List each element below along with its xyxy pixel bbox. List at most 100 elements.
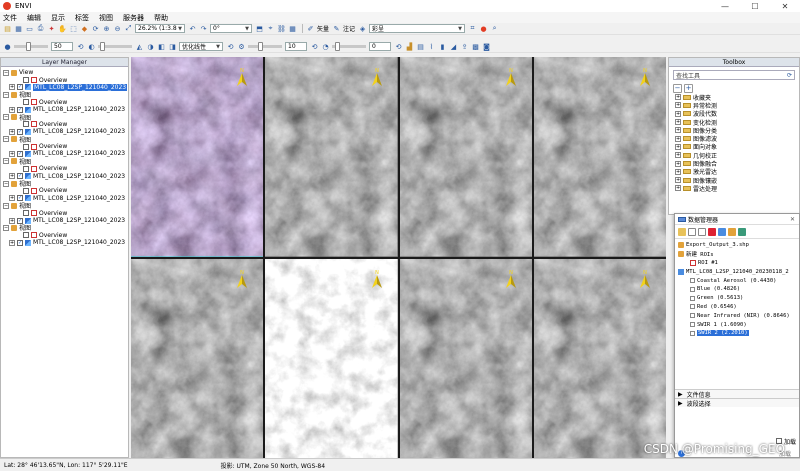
layer-visibility-checkbox[interactable] [23,99,29,106]
collapse-icon[interactable]: − [3,69,9,76]
grid-icon[interactable]: ▩ [471,42,480,51]
layer-overview-row[interactable]: Overview [3,232,128,239]
layer-view-row[interactable]: − 视图 [3,224,128,232]
crosshair-icon[interactable]: ⌖ [266,24,275,33]
menu-file[interactable]: 文件 [3,13,17,23]
menu-view[interactable]: 视图 [99,13,113,23]
toolbox-item[interactable]: + 异常检测 [669,101,799,110]
reset-icon[interactable]: ⟲ [394,42,403,51]
refresh-icon[interactable]: ⟳ [787,72,792,79]
sharpen-level-value[interactable]: 10 [285,42,307,51]
annotation-label[interactable]: 注记 [343,24,355,33]
toolbox-item[interactable]: + 面向对象 [669,143,799,151]
layout-icon[interactable]: ▭ [25,24,34,33]
data-item-row[interactable]: Export_Output_3.shp [675,241,799,250]
menu-display[interactable]: 显示 [51,13,65,23]
layer-view-row[interactable]: − View [3,69,128,76]
expand-icon[interactable]: + [675,110,681,117]
data-item-row[interactable]: 新建 ROIs [675,250,799,259]
maximize-button[interactable]: ☐ [740,0,770,12]
slider-knob[interactable] [26,42,31,51]
expand-icon[interactable]: + [675,127,681,134]
opacity-slider[interactable] [332,42,366,51]
collapse-icon[interactable]: − [3,202,9,209]
data-item-row[interactable]: ROI #1 [675,259,799,268]
expand-icon[interactable]: + [9,195,15,202]
contrast-slider[interactable] [98,42,132,51]
reset-icon[interactable]: ⟲ [76,42,85,51]
expand-icon[interactable]: + [675,152,681,159]
band-row[interactable]: SWIR 2 (2.2010) [675,329,799,338]
collapse-icon[interactable]: − [3,224,9,231]
expand-icon[interactable]: + [9,173,15,180]
measure-icon[interactable]: ⌗ [468,24,477,33]
zoom-in-icon[interactable]: ⊕ [102,24,111,33]
vector-icon[interactable]: ✐ [306,24,315,33]
collapse-icon[interactable]: − [3,114,9,121]
toolbox-item[interactable]: + 图像滤波 [669,134,799,143]
brightness-value[interactable]: 50 [51,42,73,51]
band-row[interactable]: Blue (0.4826) [675,285,799,294]
layer-visibility-checkbox[interactable] [23,187,29,194]
menu-label[interactable]: 标签 [75,13,89,23]
layer-visibility-checkbox[interactable] [23,77,29,84]
swipe-icon[interactable]: ◧ [157,42,166,51]
collapse-icon[interactable]: − [3,91,9,98]
band-row[interactable]: Green (0.5613) [675,294,799,303]
band-row[interactable]: Red (0.6546) [675,303,799,312]
annotation-icon[interactable]: ✎ [332,24,341,33]
camera-icon[interactable]: ◙ [482,42,491,51]
layer-view-row[interactable]: − 视图 [3,91,128,99]
vector-label[interactable]: 矢量 [317,24,329,33]
layer-raster-row[interactable]: + ✓ MTL_LC08_L2SP_121040_2023 [3,239,128,246]
expand-all-icon[interactable]: + [684,83,693,93]
rotate-icon[interactable]: ⟳ [91,24,100,33]
expand-icon[interactable]: + [675,160,681,167]
data-manager-icon[interactable]: ▦ [14,24,23,33]
table-icon[interactable]: ▦ [288,24,297,33]
bar-chart-icon[interactable]: ▮ [438,42,447,51]
link-icon[interactable] [738,227,746,236]
menu-server[interactable]: 服务器 [123,13,144,23]
expand-icon[interactable] [698,227,706,236]
rotate-right-icon[interactable]: ↷ [199,24,208,33]
export-icon[interactable]: ⇪ [460,42,469,51]
image-view-tile[interactable]: N [265,258,398,458]
toolbox-item[interactable]: + 图像分类 [669,126,799,135]
rotate-left-icon[interactable]: ↶ [188,24,197,33]
layer-visibility-checkbox[interactable] [23,121,29,128]
pyramid-icon[interactable]: ⬒ [255,24,264,33]
layer-visibility-checkbox[interactable] [23,143,29,150]
collapse-icon[interactable]: − [3,180,9,187]
reset-icon[interactable]: ⟲ [310,42,319,51]
layer-view-row[interactable]: − 视图 [3,180,128,188]
layer-view-row[interactable]: − 视图 [3,158,128,166]
toolbox-item[interactable]: + 波段代数 [669,110,799,118]
zoom-out-icon[interactable]: ⊖ [113,24,122,33]
opacity-value[interactable]: 0 [369,42,391,51]
expand-icon[interactable]: + [9,84,15,91]
toolbox-item[interactable]: + 激光雷达 [669,168,799,176]
collapse-all-icon[interactable]: − [673,83,682,93]
image-view-tile[interactable]: N [131,57,264,257]
expand-icon[interactable]: + [9,239,15,246]
layer-visibility-checkbox[interactable] [23,165,29,172]
refresh-icon[interactable]: ⟲ [226,42,235,51]
area-chart-icon[interactable]: ◢ [449,42,458,51]
expand-icon[interactable]: + [675,143,681,150]
toolbox-item[interactable]: + 图像融合 [669,159,799,168]
band-row[interactable]: SWIR 1 (1.6090) [675,320,799,329]
collapse-icon[interactable] [688,227,696,236]
open-file-icon[interactable]: ▤ [3,24,12,33]
toolbox-search-input[interactable]: 查找工具 ⟳ [673,70,795,80]
image-view-tile[interactable]: N [399,57,532,257]
flicker-icon[interactable]: ◨ [168,42,177,51]
hand-pan-icon[interactable]: ✋ [58,24,67,33]
zoom-combo[interactable]: 26.2% (1:3.8 ▼ [135,24,185,33]
expand-icon[interactable]: + [9,217,15,224]
close-button[interactable]: ✕ [770,0,800,12]
slider-knob[interactable] [100,42,105,51]
band-row[interactable]: Near Infrared (NIR) (0.8646) [675,311,799,320]
portal-icon[interactable]: ◈ [358,24,367,33]
layer-visibility-checkbox[interactable] [23,232,29,239]
